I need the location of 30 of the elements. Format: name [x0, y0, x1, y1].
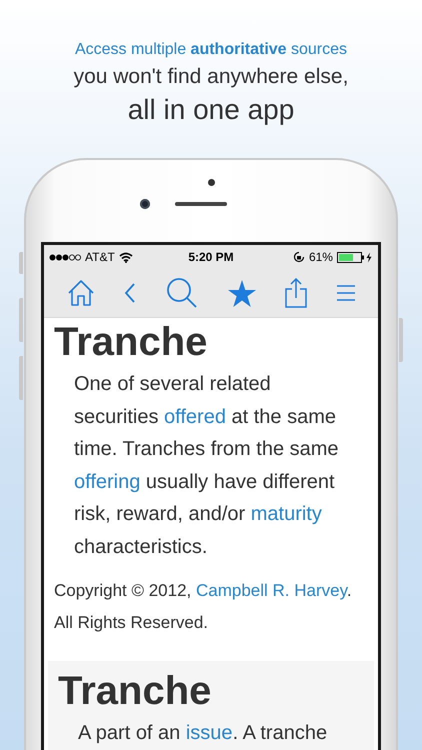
definition-text: A part of an issue. A tranche [78, 721, 328, 746]
camera-icon [140, 199, 150, 209]
battery-percent: 61% [308, 250, 333, 264]
tagline: you won't find anywhere else, [74, 64, 348, 90]
status-time: 5:20 PM [188, 250, 234, 264]
term-link[interactable]: maturity [250, 503, 322, 525]
author-link[interactable]: Campbell R. [196, 581, 294, 600]
definition-text: One of several related securities offered at the same time. Tranches from the same offering usually have different risk, reward, and/or maturity characteristics. [74, 372, 340, 560]
menu-icon[interactable] [337, 285, 356, 301]
entry-term: Tranche [58, 669, 212, 713]
tagline: Access multiple authoritative sources [74, 40, 348, 60]
share-icon[interactable] [285, 278, 308, 308]
carrier-name: AT&T [85, 250, 115, 264]
speaker-icon [175, 202, 227, 206]
entry-term: Tranche [54, 320, 208, 364]
sensor-icon [208, 179, 214, 186]
wifi-icon [118, 252, 133, 262]
back-icon[interactable] [124, 282, 136, 304]
copyright-text: Copyright © 2012, Campbell R. Harvey. All Rights Reserved. [54, 580, 353, 634]
home-icon[interactable] [66, 279, 95, 307]
term-link[interactable]: issue [186, 722, 233, 744]
star-icon[interactable] [228, 280, 256, 306]
search-icon[interactable] [166, 277, 198, 309]
author-link[interactable]: Harvey [294, 581, 347, 600]
tagline: all in one app [126, 93, 296, 127]
battery-icon [336, 252, 373, 262]
rotation-lock-icon [292, 251, 305, 263]
term-link[interactable]: offering [74, 470, 140, 492]
term-link[interactable]: offered [164, 406, 226, 428]
signal-icon [49, 254, 81, 260]
